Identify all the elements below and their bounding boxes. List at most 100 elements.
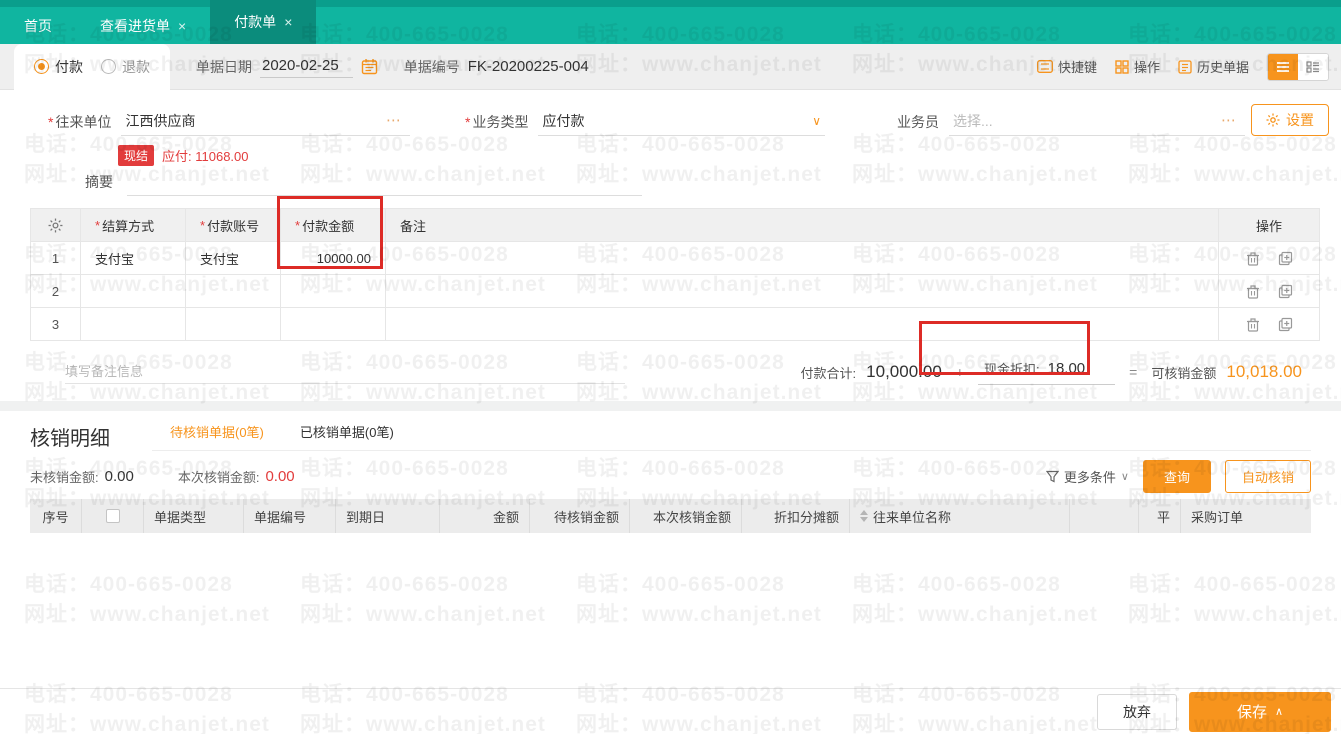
remark-cell[interactable] [386,308,1219,340]
settle-method-cell[interactable] [81,275,186,307]
payment-account-cell[interactable] [186,275,281,307]
salesman-input[interactable]: 选择... ⋯ [949,108,1245,136]
delete-row-icon[interactable] [1246,284,1260,299]
summary-field-group: 摘要 [85,172,1341,196]
shortcut-keys-label: 快捷键 [1057,60,1097,75]
doc-remark-input[interactable] [65,360,625,384]
header-due-date: 到期日 [336,499,440,533]
delete-row-icon[interactable] [1246,251,1260,266]
radio-payment[interactable]: 付款 [34,57,83,77]
unverified-amount-group: 未核销金额: 0.00 [30,467,134,486]
query-button[interactable]: 查询 [1142,459,1211,493]
copy-row-icon[interactable] [1278,317,1293,332]
header-doc-number: 单据编号 [244,499,336,533]
keyboard-icon [1037,60,1053,73]
more-conditions-button[interactable]: 更多条件 ∨ [1045,467,1129,486]
shortcut-keys-button[interactable]: 快捷键 [1037,57,1097,76]
biz-type-select[interactable]: 应付款 ∨ [538,108,825,136]
history-documents-button[interactable]: 历史单据 [1178,57,1249,76]
list-view-icon [1276,61,1290,73]
tab-home[interactable]: 首页 [0,7,76,44]
sort-icon[interactable] [860,510,868,522]
operations-button[interactable]: 操作 [1115,57,1160,76]
document-date-value[interactable]: 2020-02-25 [260,55,353,78]
form-view-toggle[interactable] [1298,53,1328,80]
radio-selected-icon [34,59,49,74]
close-icon[interactable]: × [284,15,292,29]
radio-refund[interactable]: 退款 [101,57,150,77]
operations-label: 操作 [1133,60,1160,75]
cancel-button[interactable]: 放弃 [1097,693,1177,730]
partner-input[interactable]: 江西供应商 ⋯ [121,108,410,136]
payment-total-value: 10,000.00 [866,362,942,381]
verify-stats-row: 未核销金额: 0.00 本次核销金额: 0.00 更多条件 ∨ 查询 自动核销 [0,451,1341,493]
payment-amount-cell[interactable] [281,308,386,340]
window-tab-bar: 首页 查看进货单 × 付款单 × [0,0,1341,44]
required-marker: * [48,114,54,130]
header-partner-name[interactable]: 往来单位名称 [850,499,1070,533]
tab-home-label: 首页 [24,17,52,34]
payment-account-cell[interactable] [186,308,281,340]
chevron-down-icon[interactable]: ∨ [812,114,821,128]
totals-summary: 付款合计: 10,000.00 + 现金折扣: 18.00 = 可核销金额 10… [801,359,1320,385]
current-writeoff-group: 本次核销金额: 0.00 [178,467,295,486]
payment-type-switcher: 付款 退款 [14,43,170,90]
history-documents-label: 历史单据 [1196,60,1249,75]
tab-view-purchase-order-label: 查看进货单 [100,17,170,34]
payment-amount-cell[interactable] [281,275,386,307]
current-writeoff-value: 0.00 [265,467,295,485]
writeoff-table-body [0,533,1341,688]
payment-account-cell[interactable]: 支付宝 [186,242,281,274]
copy-row-icon[interactable] [1278,251,1293,266]
header-doc-type: 单据类型 [144,499,244,533]
list-view-toggle[interactable] [1268,53,1298,80]
header-operations: 操作 [1255,218,1282,234]
payment-form-header: *往来单位 江西供应商 ⋯ *业务类型 应付款 ∨ 业务员 选择... ⋯ [0,90,1341,196]
payment-form-page: 首页 查看进货单 × 付款单 × 付款 退款 单据日期 2020-02-25 单… [0,0,1341,734]
partner-label: * 往来单位 [48,114,112,130]
payment-lines-table: * 结算方式 * 付款账号 * 付款金额 备注 操作 1 支付宝 支付宝 10000.… [30,208,1320,341]
tab-payment-order[interactable]: 付款单 × [210,0,317,44]
verify-actions: 更多条件 ∨ 查询 自动核销 [1045,459,1311,493]
settings-button[interactable]: 设置 [1251,104,1329,136]
auto-writeoff-button[interactable]: 自动核销 [1224,459,1311,493]
settle-method-cell[interactable] [81,308,186,340]
summary-label: 摘要 [85,174,113,190]
cash-discount-value[interactable]: 18.00 [1048,360,1086,377]
salesman-label: 业务员 [897,114,939,130]
close-icon[interactable]: × [178,19,186,33]
remark-cell[interactable] [386,242,1219,274]
doc-remark-wrap [65,360,625,384]
delete-row-icon[interactable] [1246,317,1260,332]
gear-icon [48,218,63,233]
copy-row-icon[interactable] [1278,284,1293,299]
biz-type-value: 应付款 [542,113,585,129]
summary-input[interactable] [127,174,642,196]
payment-lines-header: * 结算方式 * 付款账号 * 付款金额 备注 操作 [31,209,1319,242]
document-number-group: 单据编号 FK-20200225-004 [404,57,589,77]
more-conditions-label: 更多条件 [1063,469,1116,485]
payment-amount-cell[interactable]: 10000.00 [281,242,386,274]
save-button[interactable]: 保存 ∧ [1189,691,1331,732]
unverified-amount-value: 0.00 [104,467,134,485]
caret-up-icon: ∧ [1274,706,1284,718]
tab-view-purchase-order[interactable]: 查看进货单 × [76,7,210,44]
writeoff-table-header: 序号 单据类型 单据编号 到期日 金额 待核销金额 本次核销金额 折扣分摊额 往… [30,499,1311,533]
column-settings-button[interactable] [31,209,81,241]
equals-sign: = [1129,364,1138,380]
tab-pending-writeoff[interactable]: 待核销单据(0笔) [152,414,282,450]
section-divider [0,401,1341,411]
ellipsis-icon[interactable]: ⋯ [1221,114,1241,128]
calendar-icon[interactable] [361,58,378,75]
radio-payment-label: 付款 [55,58,83,75]
tab-completed-writeoff[interactable]: 已核销单据(0笔) [282,414,412,450]
writeoff-amount-label: 可核销金额 [1151,365,1217,381]
radio-refund-label: 退款 [122,58,150,75]
select-all-checkbox[interactable] [105,509,120,523]
settlement-info: 现结 应付: 11068.00 [118,144,1341,166]
header-amount: 金额 [440,499,530,533]
main-fields-row: *往来单位 江西供应商 ⋯ *业务类型 应付款 ∨ 业务员 选择... ⋯ [0,102,1341,136]
ellipsis-icon[interactable]: ⋯ [386,114,406,128]
settle-method-cell[interactable]: 支付宝 [81,242,186,274]
remark-cell[interactable] [386,275,1219,307]
